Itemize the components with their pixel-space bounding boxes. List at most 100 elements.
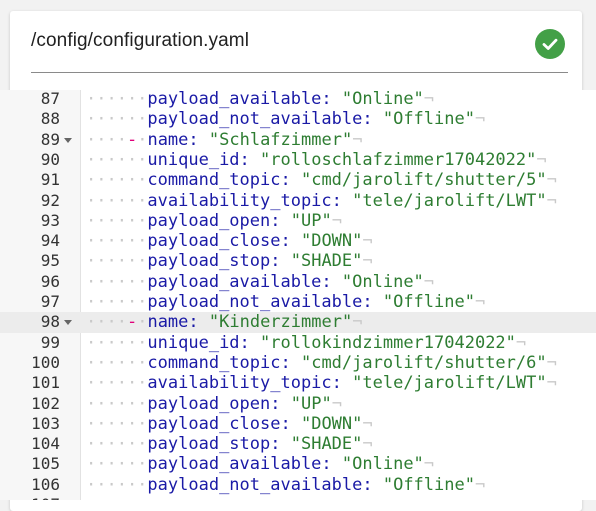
code-line[interactable]: 95 ······payload_stop: "SHADE"¬ xyxy=(0,251,596,271)
yaml-value: "tele/jarolift/LWT" xyxy=(352,190,547,211)
code-line[interactable]: 105 ······payload_available: "Online"¬ xyxy=(0,454,596,474)
line-number: 105 xyxy=(31,454,60,474)
line-number: 104 xyxy=(31,434,60,454)
fold-arrow-icon[interactable] xyxy=(64,320,72,326)
code-text: ······payload_stop: "SHADE"¬ xyxy=(86,434,373,455)
yaml-key: name: xyxy=(147,312,199,333)
code-line[interactable]: 94 ······payload_close: "DOWN"¬ xyxy=(0,231,596,251)
yaml-value: "Kinderzimmer" xyxy=(208,312,353,333)
line-number: 102 xyxy=(31,393,60,413)
list-dash: - xyxy=(126,312,138,333)
yaml-key: payload_close: xyxy=(147,231,291,252)
line-number: 90 xyxy=(40,149,60,169)
line-number: 100 xyxy=(31,352,60,372)
fold-arrow-icon[interactable] xyxy=(64,137,72,143)
line-number: 96 xyxy=(40,271,60,291)
code-text: ······payload_open: "UP"¬ xyxy=(86,393,342,414)
code-text: ······payload_not_available: "Offline"¬ xyxy=(86,109,486,130)
yaml-value: "Schlafzimmer" xyxy=(208,129,353,150)
yaml-value: "rollokindzimmer17042022" xyxy=(260,332,516,353)
yaml-value: "Offline" xyxy=(382,474,475,495)
code-editor[interactable]: 87 ······payload_available: "Online"¬ 88 ··… xyxy=(0,90,596,500)
line-number: 101 xyxy=(31,373,60,393)
yaml-value: "Offline" xyxy=(382,292,475,312)
code-line[interactable]: 89 ····-·name: "Schlafzimmer"¬ xyxy=(0,130,596,150)
yaml-key: payload_stop: xyxy=(147,434,281,455)
file-path-title: /config/configuration.yaml xyxy=(31,30,250,51)
code-line[interactable]: 97 ······payload_not_available: "Offline"… xyxy=(0,292,596,312)
code-text: ····-·name: "Schlafzimmer"¬ xyxy=(86,129,363,150)
yaml-value: "UP" xyxy=(290,393,332,414)
line-number: 107 xyxy=(0,495,60,500)
yaml-key: payload_open: xyxy=(147,393,281,414)
yaml-value: "UP" xyxy=(290,210,332,231)
yaml-key: availability_topic: xyxy=(147,373,342,394)
code-text: ······command_topic: "cmd/jarolift/shutt… xyxy=(86,170,557,191)
line-number: 88 xyxy=(40,109,60,129)
yaml-value: "SHADE" xyxy=(290,251,363,272)
code-text: ······command_topic: "cmd/jarolift/shutt… xyxy=(86,352,557,373)
line-number: 89 xyxy=(40,129,60,149)
card-header: /config/configuration.yaml xyxy=(10,11,582,91)
yaml-value: "DOWN" xyxy=(300,413,363,434)
code-line[interactable]: 102 ······payload_open: "UP"¬ xyxy=(0,394,596,414)
line-number: 97 xyxy=(40,292,60,311)
code-line[interactable]: 87 ······payload_available: "Online"¬ xyxy=(0,90,596,109)
code-line[interactable]: 101 ······availability_topic: "tele/jarol… xyxy=(0,373,596,393)
code-line[interactable]: 92 ······availability_topic: "tele/jaroli… xyxy=(0,191,596,211)
code-text: ······unique_id: "rollokindzimmer1704202… xyxy=(86,332,527,353)
yaml-value: "SHADE" xyxy=(290,434,363,455)
check-circle-icon xyxy=(535,29,565,59)
code-text: ······payload_not_available: "Offline"¬ xyxy=(86,474,486,495)
yaml-value: "Offline" xyxy=(382,109,475,130)
yaml-key: payload_available: xyxy=(147,271,332,292)
code-line[interactable]: 104 ······payload_stop: "SHADE"¬ xyxy=(0,434,596,454)
code-text: ······payload_available: "Online"¬ xyxy=(86,454,435,475)
line-number: 91 xyxy=(40,170,60,190)
yaml-key: name: xyxy=(147,129,199,150)
yaml-value: "tele/jarolift/LWT" xyxy=(352,373,547,394)
code-text: ······payload_available: "Online"¬ xyxy=(86,90,435,109)
code-line[interactable]: 91 ······command_topic: "cmd/jarolift/shu… xyxy=(0,170,596,190)
code-text: ······payload_close: "DOWN"¬ xyxy=(86,413,373,434)
yaml-value: "cmd/jarolift/shutter/5" xyxy=(300,170,547,191)
code-text: ······payload_open: "UP"¬ xyxy=(86,210,342,231)
yaml-value: "cmd/jarolift/shutter/6" xyxy=(300,352,547,373)
code-text: ······unique_id: "rolloschlafzimmer17042… xyxy=(86,149,547,170)
code-text: ······payload_close: "DOWN"¬ xyxy=(86,231,373,252)
yaml-key: payload_not_available: xyxy=(147,109,373,130)
code-line[interactable]: 93 ······payload_open: "UP"¬ xyxy=(0,211,596,231)
code-text: ······availability_topic: "tele/jarolift… xyxy=(86,373,557,394)
code-text: ······payload_available: "Online"¬ xyxy=(86,271,435,292)
yaml-key: unique_id: xyxy=(147,149,250,170)
code-line[interactable]: 98 ····-·name: "Kinderzimmer"¬ xyxy=(0,312,596,333)
yaml-key: payload_close: xyxy=(147,413,291,434)
list-dash: - xyxy=(126,129,138,150)
line-number: 94 xyxy=(40,231,60,251)
line-number: 87 xyxy=(40,90,60,108)
code-line[interactable]: 88 ······payload_not_available: "Offline"… xyxy=(0,109,596,129)
yaml-key: payload_not_available: xyxy=(147,474,373,495)
yaml-key: payload_available: xyxy=(147,90,332,109)
code-line[interactable]: 100 ······command_topic: "cmd/jarolift/sh… xyxy=(0,353,596,373)
line-number: 106 xyxy=(31,474,60,494)
code-text: ······availability_topic: "tele/jarolift… xyxy=(86,190,557,211)
yaml-key: unique_id: xyxy=(147,332,250,353)
code-line[interactable]: 107 xyxy=(0,495,596,500)
line-number: 92 xyxy=(40,190,60,210)
code-line[interactable]: 103 ······payload_close: "DOWN"¬ xyxy=(0,414,596,434)
line-number: 93 xyxy=(40,210,60,230)
code-line[interactable]: 90 ······unique_id: "rolloschlafzimmer170… xyxy=(0,150,596,170)
code-line[interactable]: 99 ······unique_id: "rollokindzimmer17042… xyxy=(0,333,596,353)
code-line[interactable]: 106 ······payload_not_available: "Offline… xyxy=(0,475,596,495)
yaml-key: availability_topic: xyxy=(147,190,342,211)
code-text: ······payload_stop: "SHADE"¬ xyxy=(86,251,373,272)
header-divider xyxy=(31,72,568,73)
yaml-value: "Online" xyxy=(341,90,424,109)
yaml-key: command_topic: xyxy=(147,170,291,191)
line-number: 95 xyxy=(40,251,60,271)
line-number: 103 xyxy=(31,413,60,433)
code-line[interactable]: 96 ······payload_available: "Online"¬ xyxy=(0,272,596,292)
yaml-key: payload_stop: xyxy=(147,251,281,272)
code-text: ······payload_not_available: "Offline"¬ xyxy=(86,292,486,312)
